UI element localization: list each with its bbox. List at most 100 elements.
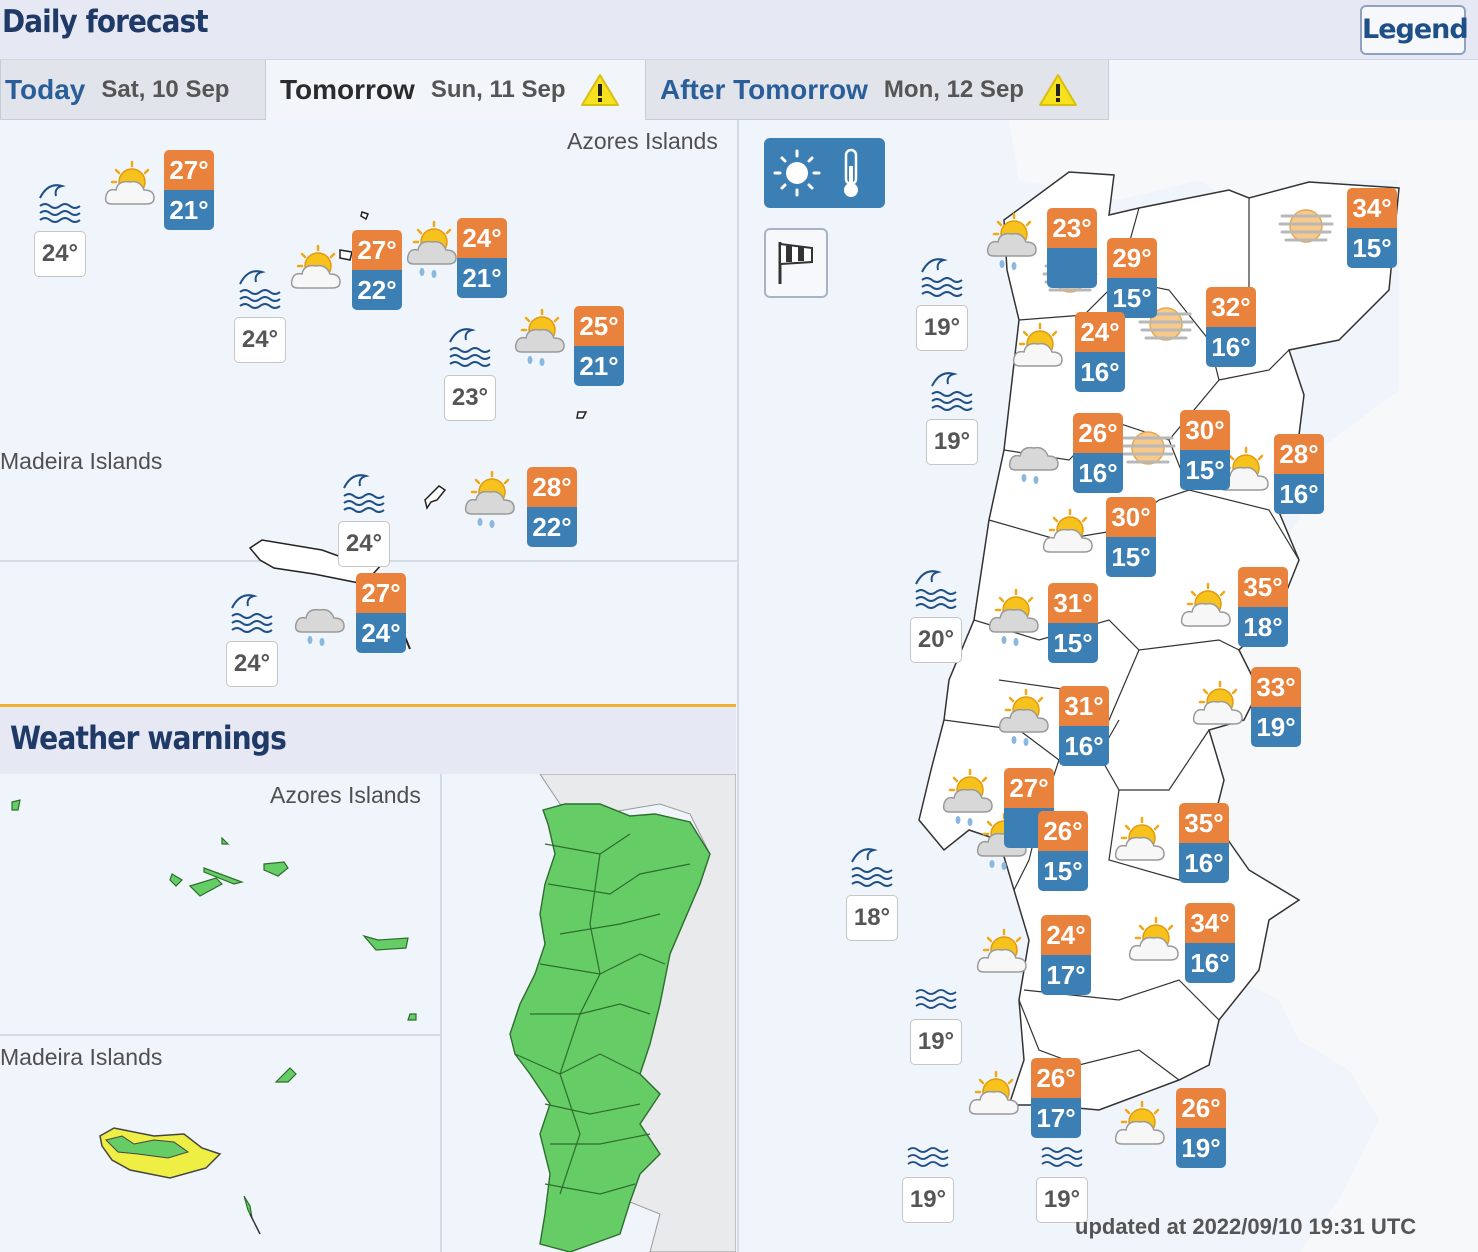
min-temperature: 15° [1180, 450, 1230, 490]
min-temperature: 15° [1048, 623, 1098, 663]
sun-cloud-icon [102, 158, 162, 225]
sea-temperature-value: 18° [846, 895, 898, 941]
min-temperature: 15° [1106, 537, 1156, 577]
sea-temperature-marker[interactable]: 23° [444, 322, 500, 421]
min-temperature: 19° [1176, 1128, 1226, 1168]
weather-page: { "header": { "title": "Daily forecast",… [0, 0, 1478, 1252]
max-temperature: 26° [1176, 1088, 1226, 1128]
max-temperature: 27° [356, 573, 406, 613]
sea-temperature-marker[interactable]: 24° [34, 178, 90, 277]
temperature-marker[interactable]: 31° 15° [1048, 583, 1098, 663]
temperature-marker[interactable]: 35° 18° [1238, 567, 1288, 647]
sun-cloud-rain-icon [984, 210, 1044, 277]
temperature-marker[interactable]: 27° 24° [356, 573, 406, 653]
tab-tomorrow[interactable]: Tomorrow Sun, 11 Sep [265, 60, 646, 120]
temperature-marker[interactable]: 34° 16° [1185, 903, 1235, 983]
max-temperature: 25° [574, 306, 624, 346]
min-temperature: 16° [1274, 474, 1324, 514]
min-temperature: 17° [1031, 1098, 1081, 1138]
sea-temperature-marker[interactable]: 24° [338, 468, 394, 567]
min-temperature [1047, 248, 1097, 288]
updated-timestamp: updated at 2022/09/10 19:31 UTC [1075, 1214, 1417, 1239]
temperature-marker[interactable]: 33° 19° [1251, 667, 1301, 747]
temperature-marker[interactable]: 24° 17° [1041, 915, 1091, 995]
sun-cloud-icon [974, 926, 1034, 993]
min-temperature: 16° [1206, 327, 1256, 367]
sea-temperature-value: 23° [444, 375, 496, 421]
weather-warnings-panel: Azores Islands Madeira Islands [0, 774, 736, 1252]
min-temperature: 17° [1041, 955, 1091, 995]
min-temperature: 16° [1073, 453, 1123, 493]
max-temperature: 24° [1075, 312, 1125, 352]
temperature-marker[interactable]: 28° 22° [527, 467, 577, 547]
legend-button[interactable]: Legend [1360, 5, 1469, 55]
cloud-rain-icon [292, 586, 352, 653]
sea-temperature-marker[interactable]: 24° [234, 264, 290, 363]
wind-view-toggle[interactable] [764, 228, 828, 298]
sun-cloud-icon [288, 242, 348, 309]
temperature-marker[interactable]: 24° 21° [457, 218, 507, 298]
max-temperature: 32° [1206, 287, 1256, 327]
sun-thermometer-icon [773, 148, 858, 197]
weather-warnings-header: Weather warnings [0, 704, 736, 774]
tab-date: Sat, 10 Sep [101, 75, 230, 103]
min-temperature: 18° [1238, 607, 1288, 647]
temperature-marker[interactable]: 23° [1047, 208, 1097, 288]
max-temperature: 26° [1038, 811, 1088, 851]
temperature-marker[interactable]: 29° 15° [1107, 238, 1157, 318]
temperature-marker[interactable]: 28° 16° [1274, 434, 1324, 514]
wave-icon [343, 474, 385, 513]
warnings-map[interactable] [0, 774, 736, 1252]
temperature-marker[interactable]: 30° 15° [1180, 410, 1230, 490]
max-temperature: 30° [1106, 497, 1156, 537]
sun-cloud-rain-icon [404, 218, 464, 285]
temperature-marker[interactable]: 30° 15° [1106, 497, 1156, 577]
sea-temperature-marker[interactable]: 18° [846, 842, 902, 941]
max-temperature: 28° [527, 467, 577, 507]
sea-temperature-marker[interactable]: 19° [910, 984, 966, 1065]
temperature-marker[interactable]: 25° 21° [574, 306, 624, 386]
tab-date: Sun, 11 Sep [430, 76, 566, 103]
temperature-marker[interactable]: 34° 15° [1347, 188, 1397, 268]
temperature-marker[interactable]: 26° 19° [1176, 1088, 1226, 1168]
min-temperature: 16° [1179, 843, 1229, 883]
windsock-icon [778, 242, 813, 284]
min-temperature: 15° [1347, 228, 1397, 268]
ripple-icon [915, 989, 957, 1009]
sea-temperature-marker[interactable]: 19° [926, 366, 982, 465]
wave-icon [231, 594, 273, 633]
temperature-marker[interactable]: 27° 22° [352, 230, 402, 310]
warning-icon [1038, 73, 1077, 106]
page-header: Daily forecast Legend [0, 0, 1478, 60]
tab-today[interactable]: Today Sat, 10 Sep [0, 60, 266, 120]
temperature-marker[interactable]: 26° 16° [1073, 413, 1123, 493]
wave-icon [239, 270, 281, 309]
min-temperature: 24° [356, 613, 406, 653]
temperature-marker[interactable]: 26° 15° [1038, 811, 1088, 891]
tab-after-tomorrow[interactable]: After Tomorrow Mon, 12 Sep [645, 60, 1109, 120]
sun-cloud-rain-icon [512, 306, 572, 373]
max-temperature: 30° [1180, 410, 1230, 450]
sea-temperature-marker[interactable]: 20° [910, 564, 966, 663]
temperature-marker[interactable]: 35° 16° [1179, 803, 1229, 883]
sea-temperature-marker[interactable]: 19° [902, 1142, 958, 1223]
sea-temperature-value: 19° [926, 419, 978, 465]
cloud-rain-icon [1006, 424, 1066, 491]
sun-cloud-icon [1112, 1098, 1172, 1165]
sea-temperature-marker[interactable]: 19° [1036, 1142, 1092, 1223]
wave-icon [921, 258, 963, 297]
temperature-marker[interactable]: 24° 16° [1075, 312, 1125, 392]
ripple-icon [907, 1147, 949, 1167]
sea-temperature-value: 24° [234, 317, 286, 363]
sea-temperature-value: 24° [338, 521, 390, 567]
wave-icon [851, 848, 893, 887]
weather-warnings-title: Weather warnings [10, 719, 287, 757]
sea-temperature-marker[interactable]: 24° [226, 588, 282, 687]
sea-temperature-marker[interactable]: 19° [916, 252, 972, 351]
temperature-marker[interactable]: 27° 21° [164, 150, 214, 230]
temperature-marker[interactable]: 31° 16° [1059, 686, 1109, 766]
temperature-marker[interactable]: 26° 17° [1031, 1058, 1081, 1138]
weather-view-toggle[interactable] [764, 138, 885, 208]
sea-temperature-value: 19° [910, 1019, 962, 1065]
temperature-marker[interactable]: 32° 16° [1206, 287, 1256, 367]
